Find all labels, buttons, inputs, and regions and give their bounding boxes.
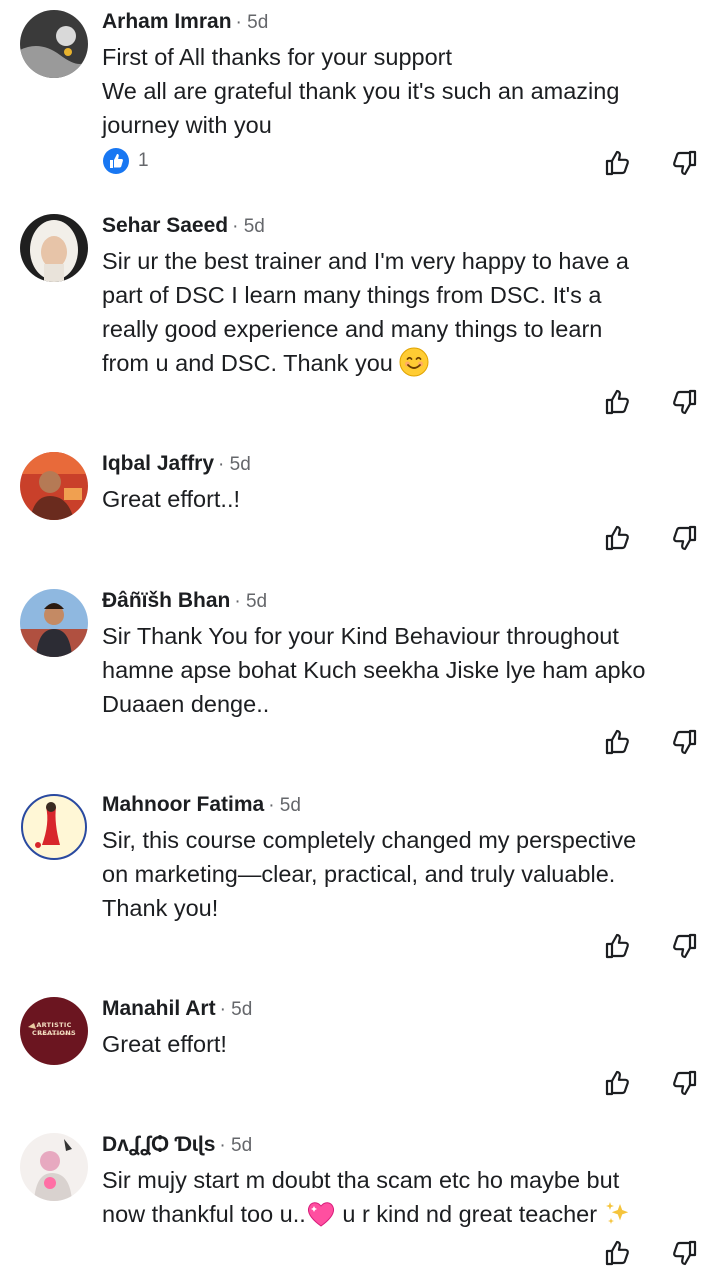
commenter-name[interactable]: Arham Imran [102,10,232,33]
comment-time: · 5d [232,216,265,237]
thumbs-down-icon[interactable] [669,387,699,417]
commenter-name[interactable]: Manahil Art [102,997,216,1020]
reaction-summary[interactable]: 1 [102,147,149,175]
commenter-name[interactable]: DʌʆʆѺ Ɗɩɭs [102,1133,215,1156]
avatar[interactable]: ARTISTIC CREATIONS [20,997,88,1065]
thumbs-up-icon[interactable] [603,931,633,961]
comment-text: Great effort..! [102,486,241,512]
comment-time: · 5d [268,795,301,816]
thumbs-down-icon[interactable] [669,148,699,178]
thumbs-down-icon[interactable] [669,1238,699,1268]
like-reaction-icon [103,148,129,174]
avatar[interactable] [20,452,88,520]
thumbs-up-icon[interactable] [603,727,633,757]
thumbs-up-icon[interactable] [603,523,633,553]
thumbs-up-icon[interactable] [603,148,633,178]
commenter-name[interactable]: Sehar Saeed [102,214,228,237]
comment-time: · 5d [219,999,253,1020]
commenter-name[interactable]: Mahnoor Fatima [102,793,264,816]
comment-text: Great effort! [102,1031,227,1057]
comment-text: First of All thanks for your support We … [102,44,620,138]
thumbs-down-icon[interactable] [669,931,699,961]
thumbs-up-icon[interactable] [603,1238,633,1268]
sparkles-emoji-icon [604,1200,632,1237]
commenter-name[interactable]: Iqbal Jaffry [102,452,214,475]
avatar[interactable] [20,214,88,282]
commenter-name[interactable]: Đâñïšh Bhan [102,589,230,612]
thumbs-down-icon[interactable] [669,523,699,553]
sparkling-heart-emoji-icon [306,1200,336,1237]
thumbs-down-icon[interactable] [669,1068,699,1098]
thumbs-up-icon[interactable] [603,1068,633,1098]
reaction-count: 1 [138,150,149,171]
avatar[interactable] [20,10,88,78]
avatar[interactable] [20,1133,88,1201]
comment-time: · 5d [235,12,269,33]
comment-time: · 5d [218,454,251,475]
comment-text: Sir, this course completely changed my p… [102,827,637,921]
avatar[interactable] [20,793,88,861]
thumbs-down-icon[interactable] [669,727,699,757]
thumbs-up-icon[interactable] [603,387,633,417]
comment-text: Sir mujy start m doubt tha scam etc ho m… [102,1163,712,1237]
comment-text: Sir ur the best trainer and I'm very hap… [102,244,712,386]
comment-time: · 5d [219,1135,253,1156]
smiling-face-emoji-icon [399,347,429,386]
comment-text: Sir Thank You for your Kind Behaviour th… [102,623,646,717]
avatar[interactable] [20,589,88,657]
comment-time: · 5d [234,591,268,612]
avatar-logo-text: ARTISTIC CREATIONS [32,1021,76,1037]
